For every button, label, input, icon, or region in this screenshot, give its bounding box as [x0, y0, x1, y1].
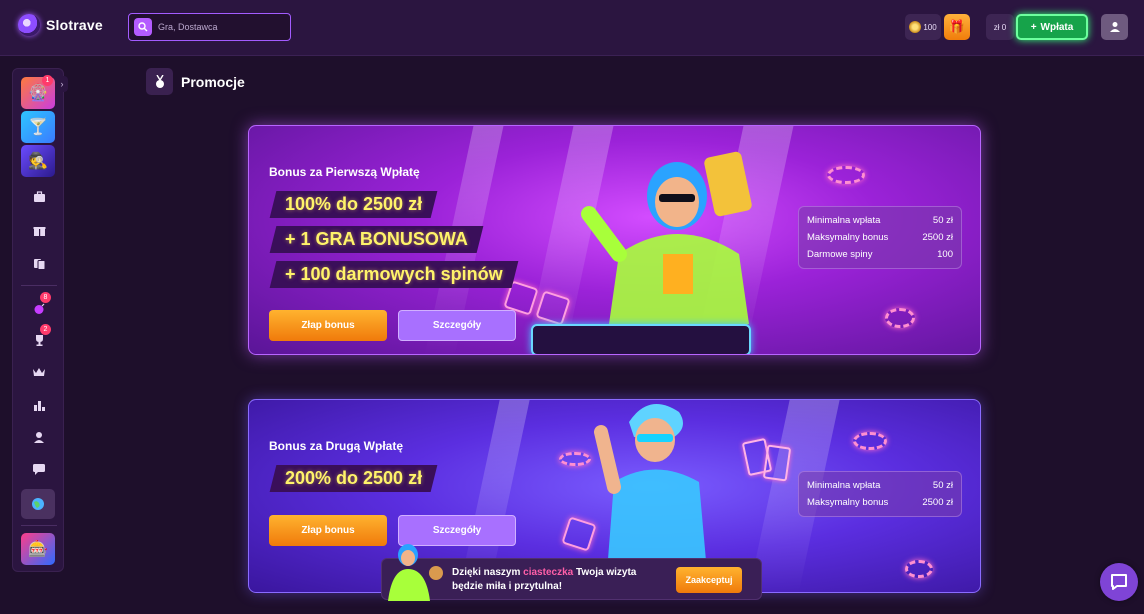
- logo-mark-icon: [18, 14, 40, 36]
- bomb-icon: [34, 303, 44, 314]
- sidebar-item-language[interactable]: [21, 489, 55, 519]
- search-icon: [134, 18, 152, 36]
- cookie-message: Dzięki naszym ciasteczka Twoja wizyta bę…: [452, 567, 637, 592]
- coins-value: 100: [923, 22, 937, 32]
- chat-icon: [33, 464, 45, 475]
- sidebar-item-briefcase[interactable]: [23, 185, 55, 209]
- trophy-icon: [35, 334, 43, 346]
- coin-icon: [909, 21, 922, 33]
- stat-row: Darmowe spiny 100: [807, 249, 953, 260]
- stat-row: Minimalna wpłata 50 zł: [807, 215, 953, 226]
- promo-line: + 100 darmowych spinów: [269, 261, 518, 288]
- sidebar-collapse-toggle[interactable]: ›: [56, 76, 68, 92]
- stat-row: Minimalna wpłata 50 zł: [807, 480, 953, 491]
- notification-badge: 8: [40, 292, 51, 303]
- sidebar-item-cards[interactable]: [23, 251, 55, 275]
- globe-icon: [32, 498, 44, 510]
- plus-icon: +: [1030, 21, 1037, 33]
- cookie-mascot-illustration: [388, 544, 443, 601]
- live-chat-button[interactable]: [1100, 563, 1138, 601]
- sidebar-item-chat[interactable]: [23, 457, 55, 481]
- cookie-banner: Dzięki naszym ciasteczka Twoja wizyta bę…: [381, 544, 762, 601]
- user-icon: [1109, 22, 1120, 32]
- search-input[interactable]: [158, 22, 288, 32]
- casino-chip-icon: [827, 166, 865, 184]
- promo-stats-panel: Minimalna wpłata 50 zł Maksymalny bonus 25…: [798, 471, 962, 517]
- casino-chip-icon: [853, 432, 887, 450]
- promo-title: Bonus za Drugą Wpłatę: [269, 439, 404, 453]
- sidebar-game-character[interactable]: 🕵: [21, 145, 55, 177]
- page-title: Promocje: [181, 73, 245, 90]
- accept-cookies-button[interactable]: Zaakceptuj: [676, 567, 742, 593]
- promo-line: + 1 GRA BONUSOWA: [269, 226, 484, 253]
- grab-bonus-button[interactable]: Złap bonus: [269, 515, 387, 546]
- promo-card-first-deposit: Bonus za Pierwszą Wpłatę 100% do 2500 zł…: [248, 125, 981, 355]
- gift-icon: [33, 226, 45, 236]
- sidebar-item-leaderboard[interactable]: [23, 393, 55, 417]
- sidebar-item-profile[interactable]: [23, 425, 55, 449]
- crown-icon: [33, 368, 45, 376]
- deposit-label: Wpłata: [1040, 21, 1074, 33]
- details-button[interactable]: Szczegóły: [398, 310, 516, 341]
- dj-deck-illustration: [531, 324, 751, 354]
- logo[interactable]: Slotrave: [18, 14, 103, 36]
- cookie-highlight: ciasteczka: [523, 567, 574, 578]
- wheel-icon: 🎡: [28, 85, 48, 102]
- user-profile-button[interactable]: [1101, 14, 1128, 40]
- coins-counter[interactable]: 100: [905, 14, 941, 40]
- sidebar-game-cocktail[interactable]: 🍸: [21, 111, 55, 143]
- casino-chip-icon: [905, 560, 933, 578]
- search-box[interactable]: [128, 13, 291, 41]
- promo-stats-panel: Minimalna wpłata 50 zł Maksymalny bonus 25…: [798, 206, 962, 269]
- sidebar-divider: [21, 285, 57, 286]
- sidebar: 🎡 1 🍸 🕵 8 2 🎰: [12, 68, 64, 572]
- sidebar-game-wheel[interactable]: 🎡 1: [21, 75, 55, 109]
- user-icon: [34, 431, 44, 443]
- cards-icon: [33, 258, 45, 270]
- sidebar-item-crown[interactable]: [23, 360, 55, 384]
- sidebar-divider: [21, 525, 57, 526]
- grab-bonus-button[interactable]: Złap bonus: [269, 310, 387, 341]
- stat-row: Maksymalny bonus 2500 zł: [807, 497, 953, 508]
- sidebar-game-promo[interactable]: 🎰: [21, 533, 55, 565]
- cocktail-icon: 🍸: [28, 119, 48, 136]
- notification-badge: 1: [42, 75, 53, 86]
- casino-chip-icon: [885, 308, 915, 328]
- sidebar-item-bomb[interactable]: 8: [23, 292, 55, 320]
- top-bar: Slotrave 100 🎁 zł 0 + Wpłata: [0, 0, 1144, 56]
- promo-title: Bonus za Pierwszą Wpłatę: [269, 165, 420, 179]
- briefcase-icon: [33, 191, 45, 202]
- deposit-button[interactable]: + Wpłata: [1016, 14, 1088, 40]
- page-header: Promocje: [146, 68, 245, 95]
- gift-button[interactable]: 🎁: [944, 14, 970, 40]
- medal-icon: [146, 68, 173, 95]
- character-icon: 🕵: [28, 153, 48, 170]
- casino-chip-icon: [559, 452, 591, 466]
- balance-display[interactable]: zł 0: [986, 14, 1014, 40]
- logo-text: Slotrave: [46, 17, 103, 33]
- slot-game-icon: 🎰: [28, 541, 48, 558]
- sidebar-item-trophy[interactable]: 2: [23, 324, 55, 352]
- stat-row: Maksymalny bonus 2500 zł: [807, 232, 953, 243]
- playing-card-icon: [762, 444, 792, 482]
- sidebar-item-gift[interactable]: [23, 218, 55, 242]
- gift-icon: 🎁: [948, 19, 966, 34]
- chat-bubble-icon: [1111, 574, 1127, 590]
- podium-icon: [33, 400, 45, 411]
- promo-line: 100% do 2500 zł: [269, 191, 438, 218]
- chevron-right-icon: ›: [60, 79, 64, 89]
- notification-badge: 2: [40, 324, 51, 335]
- promo-line: 200% do 2500 zł: [269, 465, 438, 492]
